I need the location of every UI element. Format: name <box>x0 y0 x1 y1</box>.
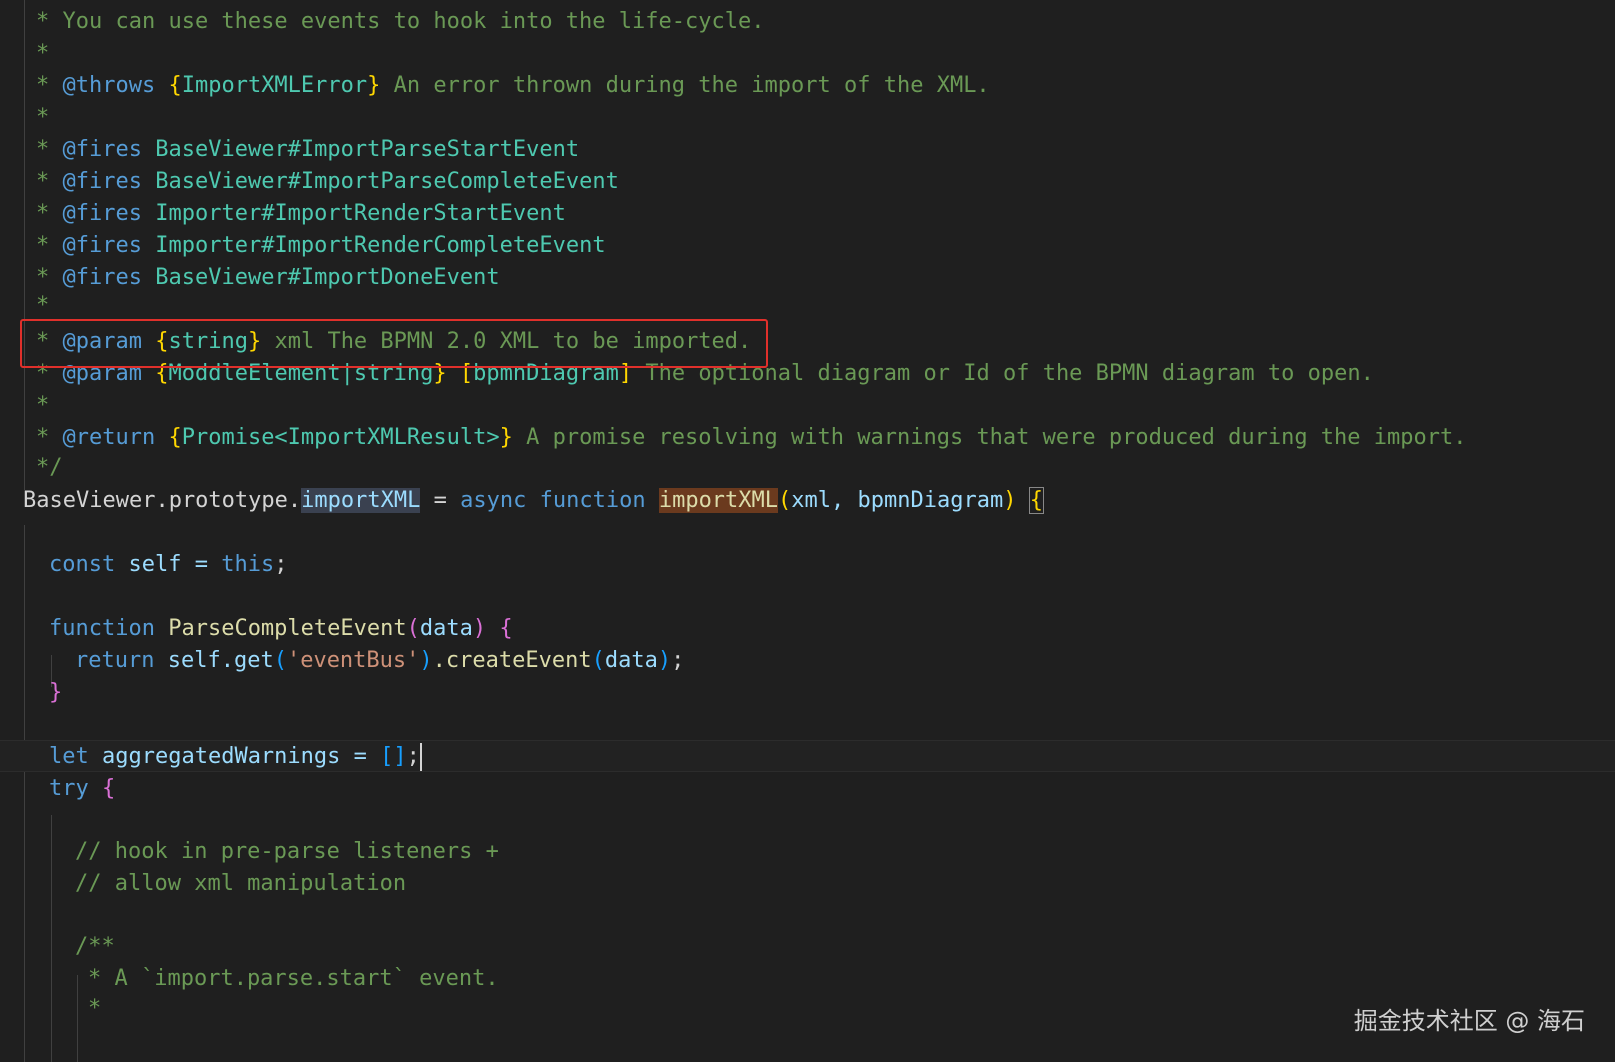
jsdoc-tag: @fires <box>62 201 142 226</box>
comment-end: */ <box>36 455 63 480</box>
keyword: function <box>49 616 155 641</box>
jsdoc-tag: @fires <box>62 233 142 258</box>
line-comment: // hook in pre-parse listeners + <box>75 839 499 864</box>
function-args: xml, bpmnDiagram <box>791 488 1004 513</box>
highlight-annotation-box <box>20 319 768 368</box>
comment-star: * <box>36 105 50 130</box>
statement-text: aggregatedWarnings = <box>88 744 381 769</box>
code-line[interactable]: return self.get('eventBus').createEvent(… <box>75 645 1615 677</box>
comment-text: An error thrown during the import of the… <box>380 73 990 98</box>
indent-guide <box>24 0 25 490</box>
function-name: ParseCompleteEvent <box>168 616 407 641</box>
jsdoc-type: Promise<ImportXMLResult> <box>181 425 500 450</box>
keyword: function <box>539 488 646 513</box>
string-literal: 'eventBus' <box>286 648 420 673</box>
keyword: let <box>49 744 89 769</box>
watermark: 掘金技术社区 @ 海石 <box>1353 1007 1585 1035</box>
statement-text: self = <box>115 552 222 577</box>
code-line[interactable]: try { <box>49 773 1615 805</box>
operator: = <box>420 488 461 513</box>
code-line[interactable]: const self = this; <box>49 549 1615 581</box>
code-line[interactable]: */ <box>36 452 1615 484</box>
code-line[interactable]: * @fires BaseViewer#ImportParseStartEven… <box>36 134 1615 166</box>
line-comment: // allow xml manipulation <box>75 871 407 896</box>
code-line[interactable]: // hook in pre-parse listeners + <box>75 836 1615 868</box>
code-line[interactable]: * @fires Importer#ImportRenderCompleteEv… <box>36 230 1615 262</box>
indent-guide <box>51 815 52 1062</box>
code-line[interactable]: /** <box>75 931 1615 963</box>
doc-comment-open: /** <box>75 934 115 959</box>
jsdoc-tag: @fires <box>62 137 142 162</box>
jsdoc-tag: @throws <box>62 73 156 98</box>
function-arg: data <box>419 616 473 641</box>
jsdoc-event: Importer#ImportRenderStartEvent <box>155 201 566 226</box>
code-editor[interactable]: * You can use these events to hook into … <box>0 0 1615 1062</box>
comment-text: A promise resolving with warnings that w… <box>512 425 1467 450</box>
comment-text: * A `import.parse.start` event. <box>88 966 499 991</box>
code-line[interactable]: * <box>36 290 1615 322</box>
code-line[interactable]: * @fires BaseViewer#ImportParseCompleteE… <box>36 166 1615 198</box>
keyword: return <box>75 648 155 673</box>
code-line[interactable]: * @return {Promise<ImportXMLResult>} A p… <box>36 422 1615 454</box>
jsdoc-tag: @return <box>62 425 156 450</box>
jsdoc-event: BaseViewer#ImportDoneEvent <box>155 265 500 290</box>
jsdoc-event: Importer#ImportRenderCompleteEvent <box>155 233 606 258</box>
code-line[interactable]: // allow xml manipulation <box>75 868 1615 900</box>
code-line[interactable]: * <box>36 390 1615 422</box>
code-line[interactable]: * @throws {ImportXMLError} An error thro… <box>36 70 1615 102</box>
method-call: .createEvent <box>432 648 592 673</box>
indent-guide <box>77 975 78 1062</box>
code-line[interactable]: * @fires Importer#ImportRenderStartEvent <box>36 198 1615 230</box>
highlighted-function-name[interactable]: importXML <box>658 488 779 513</box>
comment-star: * <box>36 293 50 318</box>
code-line[interactable]: function ParseCompleteEvent(data) { <box>49 613 1615 645</box>
keyword: const <box>49 552 116 577</box>
code-line[interactable]: * You can use these events to hook into … <box>36 6 1615 38</box>
selected-word[interactable]: importXML <box>301 488 421 513</box>
jsdoc-event: BaseViewer#ImportParseCompleteEvent <box>155 169 619 194</box>
keyword: try <box>49 776 89 801</box>
matched-brace: { <box>1028 487 1044 514</box>
code-line[interactable]: BaseViewer.prototype.importXML = async f… <box>23 485 1615 517</box>
comment-star: * <box>88 996 102 1021</box>
call-arg: data <box>604 648 658 673</box>
indent-guide <box>24 525 25 1062</box>
comment-text: * You can use these events to hook into … <box>36 9 765 34</box>
current-line[interactable]: let aggregatedWarnings = []; <box>0 740 1615 772</box>
statement-text: self.get <box>154 648 274 673</box>
jsdoc-type: ImportXMLError <box>181 73 368 98</box>
code-line[interactable]: } <box>49 677 1615 709</box>
jsdoc-tag: @fires <box>62 265 142 290</box>
code-line[interactable]: * <box>36 102 1615 134</box>
prototype-prefix: BaseViewer.prototype. <box>23 488 302 513</box>
comment-star: * <box>36 393 50 418</box>
text-cursor <box>419 743 422 771</box>
comment-star: * <box>36 41 50 66</box>
code-line[interactable]: * A `import.parse.start` event. <box>88 963 1615 995</box>
code-line[interactable]: * <box>36 38 1615 70</box>
jsdoc-tag: @fires <box>62 169 142 194</box>
keyword: this <box>221 552 275 577</box>
keyword: async <box>460 488 527 513</box>
jsdoc-event: BaseViewer#ImportParseStartEvent <box>155 137 580 162</box>
